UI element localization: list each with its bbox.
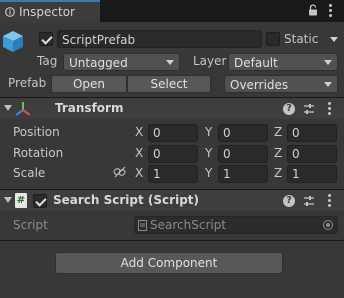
scale-x-field[interactable]: 1 [148, 165, 198, 183]
search-script-header[interactable]: # Search Script (Script) ? [0, 189, 344, 211]
script-enabled-checkbox[interactable] [33, 194, 47, 208]
rotation-label: Rotation [13, 146, 64, 160]
prefab-open-button[interactable]: Open [51, 75, 127, 93]
position-x-field[interactable]: 0 [148, 124, 198, 142]
overrides-dropdown[interactable]: Overrides [224, 75, 338, 93]
static-checkbox[interactable] [266, 32, 280, 46]
layer-dropdown[interactable]: Default [228, 53, 338, 71]
position-label: Position [13, 125, 60, 139]
script-file-icon [138, 220, 147, 231]
component-menu-icon[interactable] [328, 102, 332, 116]
active-checkbox[interactable] [39, 32, 53, 46]
prefab-cube-icon [3, 31, 23, 52]
tag-dropdown[interactable]: Untagged [63, 53, 180, 71]
axis-x-label[interactable]: X [135, 146, 143, 160]
layer-value: Default [234, 56, 278, 70]
layer-label: Layer [193, 54, 227, 68]
chevron-down-icon [324, 60, 332, 65]
component-menu-icon[interactable] [328, 194, 332, 208]
help-icon[interactable]: ? [283, 103, 295, 115]
object-picker-icon [323, 220, 333, 230]
axis-y-label[interactable]: Y [205, 125, 212, 139]
rotation-z-field[interactable]: 0 [287, 145, 337, 163]
scale-label: Scale [13, 166, 46, 180]
static-label: Static [284, 32, 319, 46]
tag-label: Tag [37, 54, 58, 68]
chevron-down-icon [324, 82, 332, 87]
add-component-button[interactable]: Add Component [55, 252, 283, 274]
lock-icon[interactable] [308, 4, 318, 16]
search-script-title: Search Script (Script) [53, 193, 200, 207]
section-divider [0, 240, 344, 241]
foldout-arrow-icon[interactable] [4, 197, 12, 203]
rotation-x-field[interactable]: 0 [148, 145, 198, 163]
tab-bar: Inspector [0, 0, 344, 22]
tag-value: Untagged [69, 56, 128, 70]
script-label: Script [13, 218, 48, 232]
position-y-field[interactable]: 0 [218, 124, 268, 142]
transform-title: Transform [55, 101, 124, 115]
script-object-field: SearchScript [134, 216, 338, 234]
tab-inspector[interactable]: Inspector [0, 0, 100, 22]
presets-icon[interactable] [303, 103, 315, 115]
window-menu-icon[interactable] [329, 4, 333, 18]
transform-header[interactable]: Transform ? [0, 97, 344, 119]
axis-x-label[interactable]: X [135, 166, 143, 180]
position-z-field[interactable]: 0 [287, 124, 337, 142]
info-icon [5, 7, 15, 17]
transform-axes-icon [15, 102, 31, 116]
presets-icon[interactable] [303, 195, 315, 207]
object-name-field[interactable]: ScriptPrefab [57, 30, 262, 48]
prefab-label: Prefab [8, 76, 47, 90]
axis-z-label[interactable]: Z [274, 125, 282, 139]
constrain-proportions-link-icon[interactable] [113, 165, 127, 179]
axis-z-label[interactable]: Z [274, 166, 282, 180]
static-dropdown-caret-icon[interactable] [330, 37, 338, 42]
rotation-y-field[interactable]: 0 [218, 145, 268, 163]
tab-label: Inspector [19, 5, 75, 19]
help-icon[interactable]: ? [283, 195, 295, 207]
axis-z-label[interactable]: Z [274, 146, 282, 160]
axis-y-label[interactable]: Y [205, 166, 212, 180]
axis-x-label[interactable]: X [135, 125, 143, 139]
foldout-arrow-icon[interactable] [4, 105, 12, 111]
csharp-script-icon: # [15, 193, 27, 208]
prefab-select-button[interactable]: Select [127, 75, 211, 93]
chevron-down-icon [166, 60, 174, 65]
scale-z-field[interactable]: 1 [287, 165, 337, 183]
script-value: SearchScript [150, 218, 227, 232]
overrides-value: Overrides [230, 78, 289, 92]
axis-y-label[interactable]: Y [205, 146, 212, 160]
scale-y-field[interactable]: 1 [218, 165, 268, 183]
